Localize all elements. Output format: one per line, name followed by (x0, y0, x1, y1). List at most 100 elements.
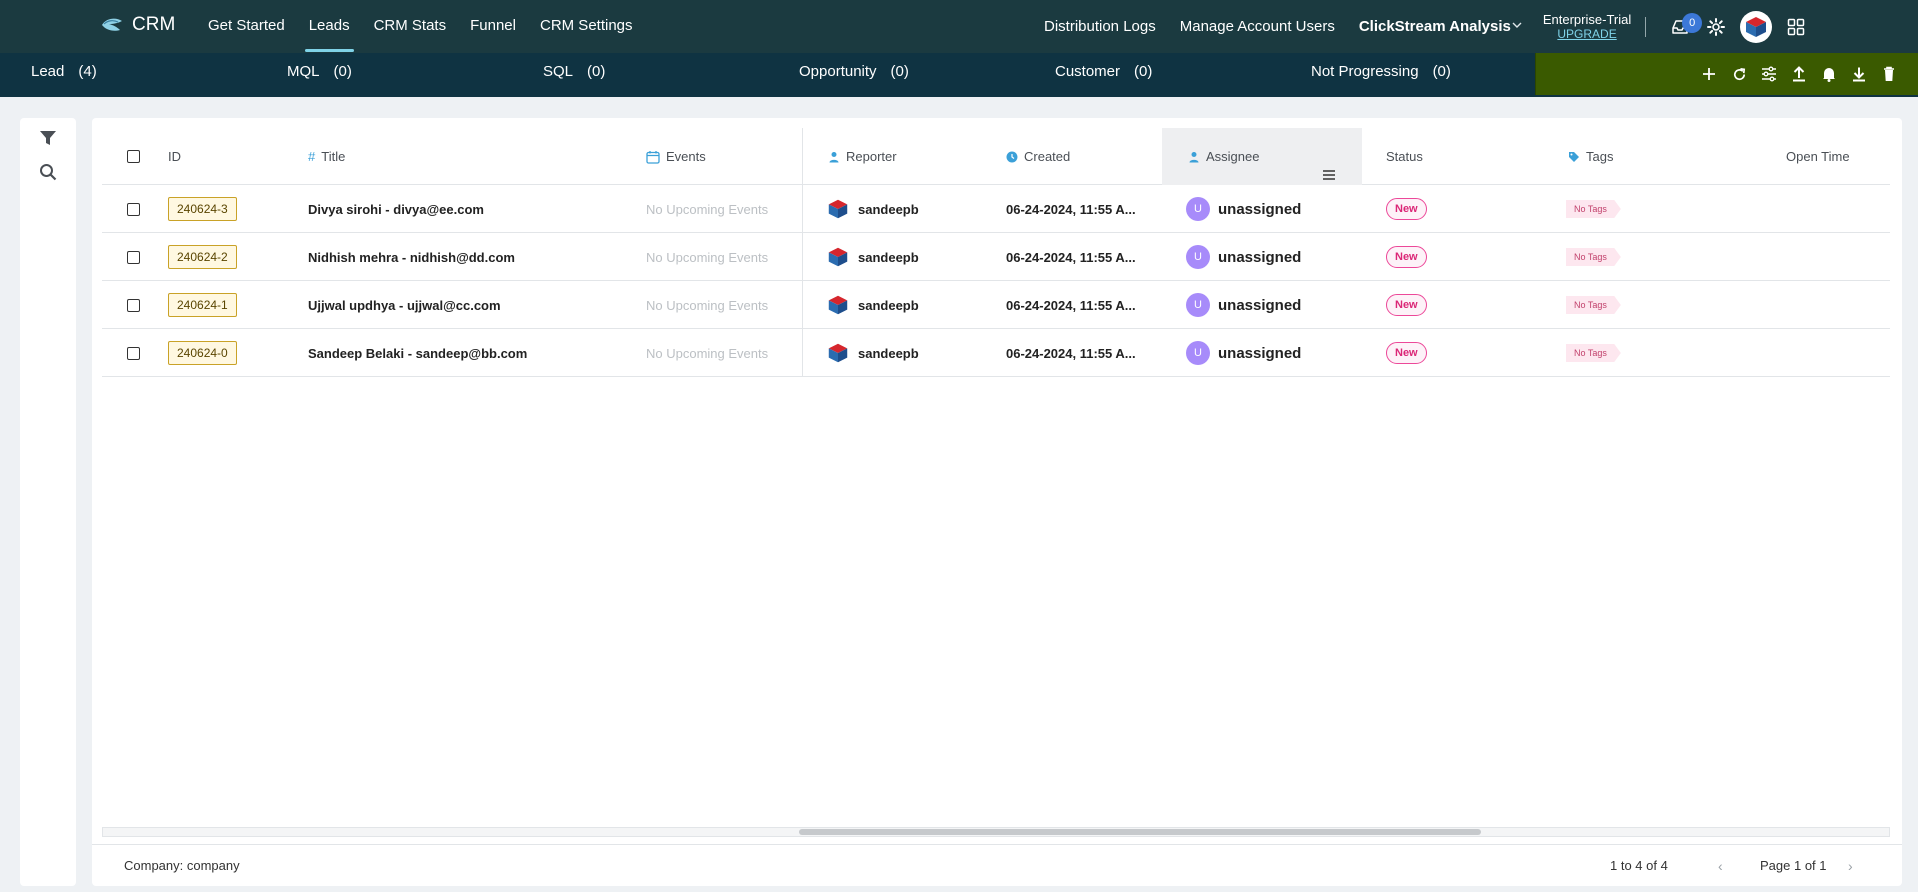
plus-icon (1703, 68, 1715, 80)
stage-not-progressing[interactable]: Not Progressing (0) (1311, 53, 1451, 91)
stage-customer[interactable]: Customer (0) (1055, 53, 1152, 91)
person-icon (1189, 151, 1199, 162)
col-status[interactable]: Status (1386, 128, 1423, 185)
nav-clickstream-analysis[interactable]: ClickStream Analysis (1347, 1, 1511, 53)
cube-avatar-icon (828, 247, 848, 267)
lead-assignee[interactable]: U unassigned (1186, 245, 1301, 269)
filter-button[interactable] (36, 126, 60, 150)
col-title[interactable]: # Title (308, 128, 345, 185)
inbox-button[interactable]: 0 (1662, 9, 1703, 45)
table-row[interactable]: 240624-0 Sandeep Belaki - sandeep@bb.com… (102, 329, 1890, 377)
grid-apps-icon (1787, 18, 1805, 35)
upgrade-link[interactable]: UPGRADE (1557, 27, 1616, 42)
plan-info: Enterprise-Trial UPGRADE (1543, 12, 1631, 42)
upload-button[interactable] (1784, 59, 1814, 89)
lead-reporter: sandeepb (826, 245, 919, 269)
nav-leads[interactable]: Leads (297, 0, 362, 53)
chevron-left-icon[interactable]: ‹ (1718, 845, 1723, 887)
row-checkbox[interactable] (127, 250, 140, 264)
col-open-time[interactable]: Open Time (1786, 128, 1850, 185)
delete-button[interactable] (1874, 59, 1904, 89)
lead-title[interactable]: Divya sirohi - divya@ee.com (308, 202, 484, 217)
download-button[interactable] (1844, 59, 1874, 89)
tags-badge[interactable]: No Tags (1566, 248, 1621, 266)
column-settings-button[interactable] (1754, 59, 1784, 89)
cube-logo-icon (1746, 16, 1767, 37)
lead-reporter: sandeepb (826, 197, 919, 221)
nav-funnel[interactable]: Funnel (458, 0, 528, 53)
lead-title[interactable]: Sandeep Belaki - sandeep@bb.com (308, 346, 527, 361)
settings-button[interactable] (1698, 9, 1734, 45)
stage-sql[interactable]: SQL (0) (543, 53, 605, 91)
brand[interactable]: CRM (100, 14, 175, 36)
lead-title[interactable]: Nidhish mehra - nidhish@dd.com (308, 250, 515, 265)
notifications-button[interactable] (1814, 59, 1844, 89)
lead-created: 06-24-2024, 11:55 A... (1006, 201, 1136, 217)
status-badge[interactable]: New (1386, 198, 1427, 220)
col-created[interactable]: Created (1006, 128, 1070, 185)
tags-badge[interactable]: No Tags (1566, 344, 1621, 362)
row-checkbox[interactable] (127, 298, 140, 312)
tags-badge[interactable]: No Tags (1566, 296, 1621, 314)
status-badge[interactable]: New (1386, 342, 1427, 364)
col-reporter[interactable]: Reporter (828, 128, 897, 185)
fish-logo-icon (102, 18, 122, 31)
lead-reporter: sandeepb (826, 341, 919, 365)
lead-assignee[interactable]: U unassigned (1186, 341, 1301, 365)
trash-icon (1884, 66, 1894, 81)
page-indicator: Page 1 of 1 (1760, 858, 1827, 873)
user-avatar[interactable] (1740, 10, 1773, 43)
download-icon (1853, 67, 1865, 82)
search-button[interactable] (36, 160, 60, 184)
chevron-down-icon[interactable] (1511, 19, 1529, 34)
lead-id[interactable]: 240624-0 (168, 341, 237, 365)
status-badge[interactable]: New (1386, 294, 1427, 316)
calendar-icon (646, 150, 660, 164)
chevron-right-icon[interactable]: › (1848, 845, 1853, 887)
lead-id[interactable]: 240624-3 (168, 197, 237, 221)
lead-id[interactable]: 240624-2 (168, 245, 237, 269)
horizontal-scrollbar[interactable] (102, 827, 1890, 837)
row-checkbox[interactable] (127, 346, 140, 360)
nav-get-started[interactable]: Get Started (196, 0, 297, 53)
assignee-avatar: U (1186, 341, 1210, 365)
cube-avatar-icon (828, 199, 848, 219)
table-row[interactable]: 240624-3 Divya sirohi - divya@ee.com No … (102, 185, 1890, 233)
column-menu-icon[interactable] (1322, 149, 1336, 180)
tags-badge[interactable]: No Tags (1566, 200, 1621, 218)
secondary-nav: Distribution Logs Manage Account Users C… (1032, 0, 1814, 53)
col-assignee[interactable]: Assignee (1162, 128, 1362, 185)
stage-lead[interactable]: Lead (4) (31, 53, 97, 91)
assignee-avatar: U (1186, 197, 1210, 221)
scrollbar-thumb[interactable] (799, 829, 1481, 835)
select-all-checkbox[interactable] (127, 150, 140, 163)
stage-mql[interactable]: MQL (0) (287, 53, 352, 91)
action-toolbar (1535, 53, 1918, 95)
status-badge[interactable]: New (1386, 246, 1427, 268)
add-lead-button[interactable] (1694, 59, 1724, 89)
search-icon (40, 164, 57, 181)
lead-reporter: sandeepb (826, 293, 919, 317)
lead-assignee[interactable]: U unassigned (1186, 293, 1301, 317)
stage-opportunity[interactable]: Opportunity (0) (799, 53, 909, 91)
apps-button[interactable] (1778, 9, 1814, 45)
table-row[interactable]: 240624-2 Nidhish mehra - nidhish@dd.com … (102, 233, 1890, 281)
select-all-cell (127, 128, 140, 185)
refresh-button[interactable] (1724, 59, 1754, 89)
row-checkbox[interactable] (127, 202, 140, 216)
col-tags[interactable]: Tags (1568, 128, 1613, 185)
filter-icon (40, 131, 56, 145)
lead-title[interactable]: Ujjwal updhya - ujjwal@cc.com (308, 298, 501, 313)
col-id[interactable]: ID (168, 128, 181, 185)
lead-id[interactable]: 240624-1 (168, 293, 237, 317)
nav-crm-stats[interactable]: CRM Stats (362, 0, 459, 53)
sliders-icon (1762, 66, 1776, 82)
assignee-avatar: U (1186, 293, 1210, 317)
col-events[interactable]: Events (646, 128, 706, 185)
table-row[interactable]: 240624-1 Ujjwal updhya - ujjwal@cc.com N… (102, 281, 1890, 329)
nav-distribution-logs[interactable]: Distribution Logs (1032, 1, 1168, 53)
cube-avatar-icon (828, 343, 848, 363)
nav-manage-account-users[interactable]: Manage Account Users (1168, 1, 1347, 53)
nav-crm-settings[interactable]: CRM Settings (528, 0, 645, 53)
lead-assignee[interactable]: U unassigned (1186, 197, 1301, 221)
